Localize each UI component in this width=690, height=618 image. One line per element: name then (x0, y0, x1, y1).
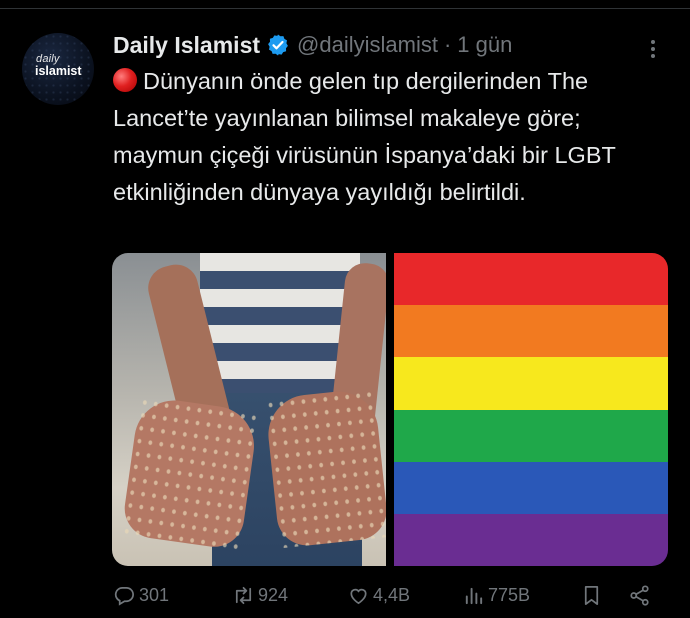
avatar-logo-line2: islamist (35, 64, 82, 78)
avatar[interactable]: daily islamist (22, 33, 94, 105)
more-options-icon[interactable] (640, 36, 666, 62)
flag-stripe-5 (394, 461, 668, 514)
reply-icon (114, 586, 134, 606)
retweet-count: 924 (258, 585, 289, 605)
tweet-text: Dünyanın önde gelen tıp dergilerinden Th… (113, 68, 616, 205)
flag-stripe-3 (394, 357, 668, 410)
left-hand (120, 395, 260, 551)
like-count: 4,4B (373, 585, 411, 605)
heart-icon (350, 588, 367, 605)
retweet-icon (235, 586, 252, 605)
flag-stripe-2 (394, 305, 668, 358)
author-name[interactable]: Daily Islamist (113, 32, 260, 59)
reply-button[interactable]: 301 (113, 584, 169, 607)
header-separator: · (443, 32, 452, 57)
right-hand (264, 387, 386, 549)
bookmark-icon (584, 586, 599, 605)
lesions (264, 387, 386, 549)
lesions (120, 395, 260, 551)
views-count: 775B (488, 585, 531, 605)
views-icon (465, 587, 483, 605)
author-handle[interactable]: @dailyislamist (297, 32, 438, 58)
top-divider (0, 8, 690, 9)
tweet-actions: 301 924 4,4B 775B (0, 584, 690, 614)
tweet-media[interactable] (112, 253, 668, 566)
share-button[interactable] (628, 584, 651, 607)
hands-with-lesions-photo[interactable] (112, 253, 386, 566)
tweet-header: Daily Islamist @dailyislamist · 1 gün (113, 30, 512, 60)
verified-badge-icon[interactable] (266, 33, 290, 57)
tweet-text-container: Dünyanın önde gelen tıp dergilerinden Th… (113, 63, 673, 211)
flag-stripe-1 (394, 253, 668, 306)
rainbow-flag-photo[interactable] (394, 253, 668, 566)
like-button[interactable]: 4,4B (347, 584, 410, 607)
flag-stripe-6 (394, 513, 668, 566)
share-icon (630, 585, 649, 606)
bookmark-button[interactable] (580, 584, 603, 607)
flag-stripe-4 (394, 409, 668, 462)
reply-count: 301 (139, 585, 170, 605)
red-circle-icon (113, 68, 137, 92)
tweet-timestamp[interactable]: 1 gün (457, 32, 512, 58)
views-button[interactable]: 775B (462, 584, 530, 607)
retweet-button[interactable]: 924 (232, 584, 288, 607)
